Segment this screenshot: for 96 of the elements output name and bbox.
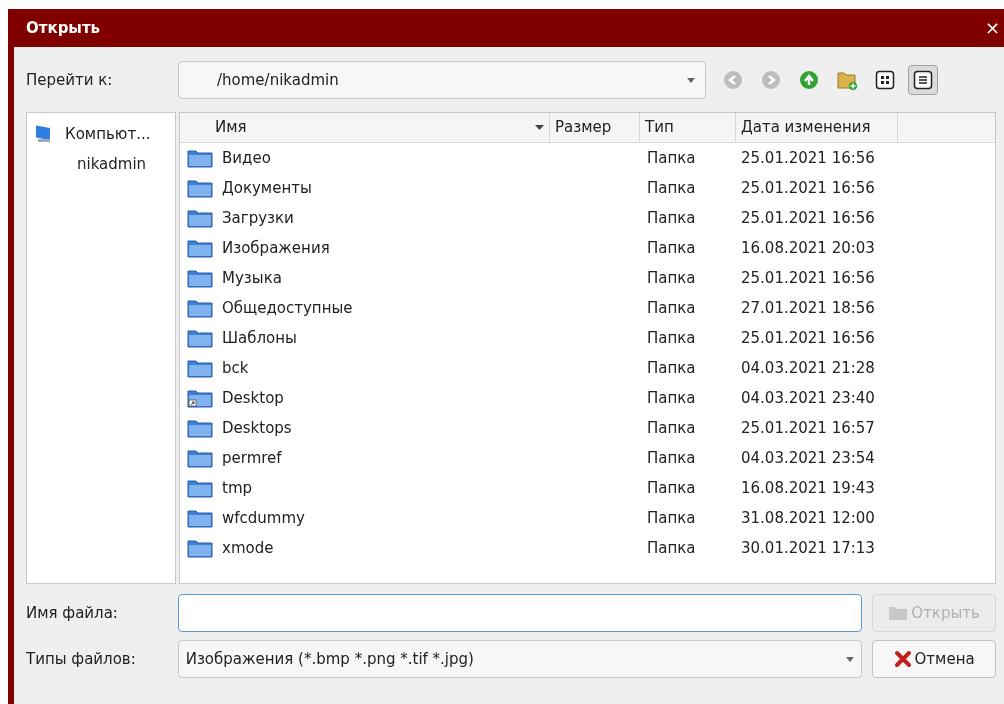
file-name: Desktops: [222, 417, 292, 439]
file-date: 27.01.2021 18:56: [740, 297, 876, 319]
dropdown-caret-icon: [846, 656, 855, 662]
filetypes-value: Изображения (*.bmp *.png *.tif *.jpg): [185, 648, 474, 670]
file-date: 25.01.2021 16:56: [740, 147, 876, 169]
file-row[interactable]: xmode Папка 30.01.2021 17:13: [180, 533, 995, 563]
file-date: 04.03.2021 23:54: [740, 447, 876, 469]
file-type: Папка: [646, 477, 697, 499]
file-type: Папка: [646, 147, 697, 169]
file-type: Папка: [646, 327, 697, 349]
file-type: Папка: [646, 447, 697, 469]
folder-icon: [187, 208, 213, 228]
column-header[interactable]: Тип: [640, 113, 736, 142]
folder-icon: [187, 478, 213, 498]
file-type: Папка: [646, 417, 697, 439]
file-date: 16.08.2021 19:43: [740, 477, 876, 499]
file-row[interactable]: Загрузки Папка 25.01.2021 16:56: [180, 203, 995, 233]
file-type: Папка: [646, 387, 697, 409]
file-name: Общедоступные: [222, 297, 353, 319]
window-title: Открыть: [26, 17, 101, 39]
filename-label: Имя файла:: [26, 602, 119, 624]
close-button[interactable]: ×: [984, 19, 1000, 37]
file-name: wfcdummy: [222, 507, 305, 529]
folder-icon: [187, 268, 213, 288]
file-row[interactable]: Документы Папка 25.01.2021 16:56: [180, 173, 995, 203]
file-date: 25.01.2021 16:56: [740, 327, 876, 349]
location-combo[interactable]: /home/nikadmin: [178, 61, 706, 99]
file-date: 30.01.2021 17:13: [740, 537, 876, 559]
file-date: 04.03.2021 21:28: [740, 357, 876, 379]
file-name: Загрузки: [222, 207, 294, 229]
folder-icon: [187, 418, 213, 438]
location-label: Перейти к:: [26, 69, 114, 91]
file-type: Папка: [646, 507, 697, 529]
file-name: Изображения: [222, 237, 330, 259]
file-row[interactable]: Видео Папка 25.01.2021 16:56: [180, 143, 995, 173]
file-row[interactable]: Desktop Папка 04.03.2021 23:40: [180, 383, 995, 413]
places-item[interactable]: nikadmin: [27, 149, 175, 179]
file-name: Desktop: [222, 387, 284, 409]
folder-icon: [187, 148, 213, 168]
folder-icon: [187, 508, 213, 528]
file-type: Папка: [646, 297, 697, 319]
folder-icon: [888, 605, 909, 621]
file-date: 25.01.2021 16:57: [740, 417, 876, 439]
file-row[interactable]: Общедоступные Папка 27.01.2021 18:56: [180, 293, 995, 323]
cross-icon: [893, 650, 912, 668]
folder-icon: [187, 448, 213, 468]
file-row[interactable]: wfcdummy Папка 31.08.2021 12:00: [180, 503, 995, 533]
filetypes-combo[interactable]: Изображения (*.bmp *.png *.tif *.jpg): [177, 640, 863, 678]
list-view-icon: [913, 70, 933, 90]
folder-icon: [187, 328, 213, 348]
folder-icon: [187, 358, 213, 378]
column-header[interactable]: Имя: [180, 113, 550, 142]
filetypes-label: Типы файлов:: [26, 648, 137, 670]
dropdown-caret-icon: [687, 77, 695, 83]
file-type: Папка: [646, 537, 697, 559]
file-type: Папка: [646, 177, 697, 199]
location-value: /home/nikadmin: [217, 69, 339, 91]
folder-icon: [187, 538, 213, 558]
grid-view-icon: [875, 70, 895, 90]
file-name: bck: [222, 357, 249, 379]
file-row[interactable]: Изображения Папка 16.08.2021 20:03: [180, 233, 995, 263]
file-row[interactable]: Шаблоны Папка 25.01.2021 16:56: [180, 323, 995, 353]
file-name: tmp: [222, 477, 252, 499]
file-date: 25.01.2021 16:56: [740, 207, 876, 229]
toolbar-button[interactable]: [908, 65, 938, 95]
folder-icon: [187, 178, 213, 198]
file-name: Документы: [222, 177, 312, 199]
file-date: 31.08.2021 12:00: [740, 507, 876, 529]
file-date: 04.03.2021 23:40: [740, 387, 876, 409]
file-name: Шаблоны: [222, 327, 297, 349]
sort-caret-icon: [535, 125, 544, 130]
places-item[interactable]: Компьют...: [27, 119, 175, 149]
column-header[interactable]: Дата изменения: [736, 113, 898, 142]
file-date: 16.08.2021 20:03: [740, 237, 876, 259]
new-folder-icon: [836, 69, 858, 91]
file-type: Папка: [646, 207, 697, 229]
filename-field[interactable]: [177, 594, 863, 632]
file-row[interactable]: permref Папка 04.03.2021 23:54: [180, 443, 995, 473]
file-date: 25.01.2021 16:56: [740, 177, 876, 199]
folder-shortcut-icon: [187, 388, 213, 408]
file-row[interactable]: Музыка Папка 25.01.2021 16:56: [180, 263, 995, 293]
column-header[interactable]: Размер: [550, 113, 640, 142]
file-row[interactable]: Desktops Папка 25.01.2021 16:57: [180, 413, 995, 443]
file-row[interactable]: bck Папка 04.03.2021 21:28: [180, 353, 995, 383]
file-row[interactable]: tmp Папка 16.08.2021 19:43: [180, 473, 995, 503]
file-name: permref: [222, 447, 282, 469]
file-type: Папка: [646, 267, 697, 289]
file-date: 25.01.2021 16:56: [740, 267, 876, 289]
file-name: Музыка: [222, 267, 282, 289]
cancel-button[interactable]: Отмена: [872, 640, 996, 678]
folder-icon: [187, 238, 213, 258]
file-type: Папка: [646, 357, 697, 379]
file-name: Видео: [222, 147, 271, 169]
folder-icon: [187, 298, 213, 318]
file-type: Папка: [646, 237, 697, 259]
file-name: xmode: [222, 537, 274, 559]
